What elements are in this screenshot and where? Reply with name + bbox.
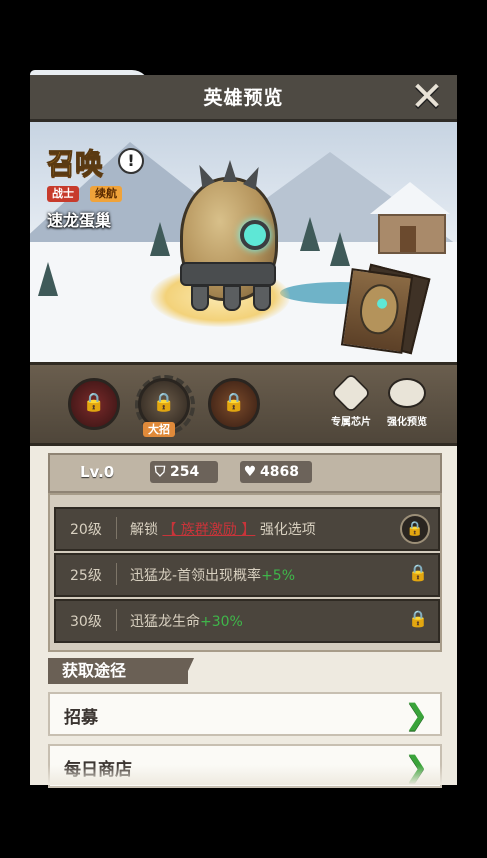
unlock-prefix: 迅猛龙生命 bbox=[130, 614, 200, 630]
enhance-preview-button[interactable]: 强化预览 bbox=[382, 375, 432, 428]
skill-slot-3[interactable]: 🔒 bbox=[208, 378, 260, 430]
skin-egg-thumbnail bbox=[356, 281, 402, 337]
unlock-bonus: +5% bbox=[261, 568, 296, 584]
summon-label: 召唤 bbox=[46, 147, 104, 181]
heart-icon: ♥ bbox=[243, 464, 257, 480]
lock-icon: 🔒 bbox=[152, 392, 176, 413]
title-bar: 英雄预览 ✕ bbox=[30, 75, 457, 122]
hero-name: 速龙蛋巢 bbox=[47, 211, 112, 230]
pine-tree-icon bbox=[150, 222, 170, 256]
chevron-right-icon[interactable]: ❯ bbox=[405, 698, 428, 731]
unlock-row: 25级 迅猛龙-首领出现概率+5% 🔒 bbox=[54, 553, 440, 597]
stats-row: Lv.0 ⛉ 254 ♥ 4868 bbox=[48, 453, 442, 493]
shield-icon: ⛉ bbox=[154, 464, 166, 480]
egg-metal-band bbox=[180, 262, 276, 286]
pine-tree-icon bbox=[38, 262, 58, 296]
defense-stat: ⛉ 254 bbox=[150, 461, 218, 483]
egg-claw bbox=[191, 285, 209, 311]
hp-stat: ♥ 4868 bbox=[240, 461, 312, 483]
egg-eye-glow bbox=[240, 220, 270, 250]
egg-claw bbox=[223, 285, 241, 311]
skill-bar: 🔒 🔒 大招 🔒 专属芯片 强化预览 bbox=[30, 362, 457, 446]
raptor-egg-nest-hero bbox=[180, 160, 278, 311]
class-tag-warrior: 战士 bbox=[47, 186, 79, 202]
class-tag-sustain: 续航 bbox=[90, 186, 122, 202]
hp-value: 4868 bbox=[260, 464, 299, 480]
lock-icon: 🔒 bbox=[400, 514, 430, 544]
unlock-row: 30级 迅猛龙生命+30% 🔒 bbox=[54, 599, 440, 643]
skin-card-button[interactable] bbox=[340, 268, 414, 354]
enhance-preview-label: 强化预览 bbox=[387, 417, 427, 428]
exclusive-chip-button[interactable]: 专属芯片 bbox=[326, 372, 376, 428]
divider bbox=[116, 563, 117, 585]
unlock-row: 20级 解锁 【 族群激励 】 强化选项 🔒 bbox=[54, 507, 440, 551]
panel-title: 英雄预览 bbox=[203, 87, 284, 109]
cabin-roof bbox=[370, 182, 450, 214]
info-alert-icon[interactable]: ! bbox=[118, 148, 144, 174]
unlock-prefix: 解锁 bbox=[130, 522, 158, 538]
pine-tree-icon bbox=[330, 232, 350, 266]
exclusive-chip-label: 专属芯片 bbox=[331, 417, 371, 428]
hero-preview-panel: 英雄预览 ✕ 召唤 ! 战士 续航 速龙蛋巢 🔒 🔒 大招 🔒 专属芯片 强化预… bbox=[30, 75, 457, 788]
source-label: 招募 bbox=[64, 708, 98, 728]
divider bbox=[116, 609, 117, 631]
unlock-level: 25级 bbox=[70, 568, 102, 584]
lock-icon: 🔒 bbox=[222, 392, 246, 413]
hero-scene: 召唤 ! 战士 续航 速龙蛋巢 bbox=[30, 122, 457, 362]
egg-spike bbox=[223, 160, 237, 182]
close-icon[interactable]: ✕ bbox=[407, 77, 447, 117]
chip-icon bbox=[330, 372, 372, 414]
unlock-level: 20级 bbox=[70, 522, 102, 538]
lock-icon: 🔒 bbox=[82, 392, 106, 413]
unlock-text: 迅猛龙-首领出现概率+5% bbox=[130, 565, 295, 585]
eye-icon bbox=[388, 378, 426, 408]
unlock-list: 20级 解锁 【 族群激励 】 强化选项 🔒 25级 迅猛龙-首领出现概率+5%… bbox=[48, 493, 442, 652]
ultimate-badge: 大招 bbox=[143, 422, 175, 437]
skin-egg-eye bbox=[376, 297, 388, 310]
lock-icon: 🔒 bbox=[408, 609, 428, 628]
scroll-fade bbox=[30, 765, 457, 785]
unlock-prefix: 迅猛龙-首领出现概率 bbox=[130, 568, 262, 584]
lock-icon: 🔒 bbox=[408, 563, 428, 582]
pine-tree-icon bbox=[300, 217, 320, 251]
skill-slot-1[interactable]: 🔒 bbox=[68, 378, 120, 430]
unlock-text: 解锁 【 族群激励 】 强化选项 bbox=[130, 519, 316, 539]
unlock-text: 迅猛龙生命+30% bbox=[130, 611, 243, 631]
divider bbox=[116, 517, 117, 539]
unlock-bonus: +30% bbox=[200, 614, 243, 630]
egg-claw bbox=[253, 285, 271, 311]
defense-value: 254 bbox=[170, 464, 200, 480]
unlock-suffix: 强化选项 bbox=[259, 522, 316, 538]
snow-cabin bbox=[370, 182, 450, 254]
cabin-door bbox=[400, 226, 416, 252]
source-item-recruit[interactable]: 招募 ❯ bbox=[48, 692, 442, 736]
hero-level: Lv.0 bbox=[80, 463, 115, 481]
unlock-link[interactable]: 【 族群激励 】 bbox=[162, 522, 255, 538]
unlock-level: 30级 bbox=[70, 614, 102, 630]
